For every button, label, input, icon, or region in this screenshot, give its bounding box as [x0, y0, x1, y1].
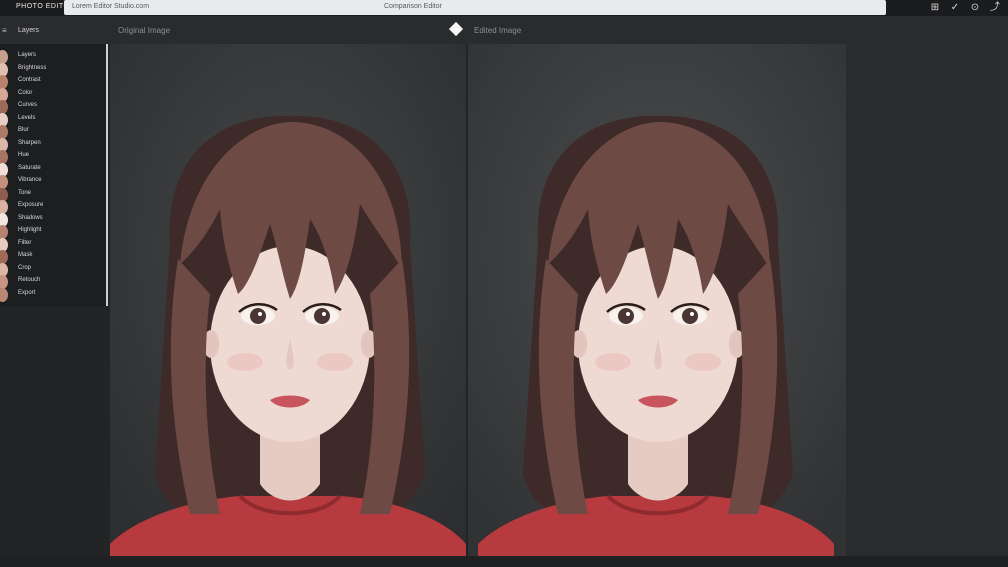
sidebar-item-label: Layers — [18, 52, 37, 58]
eye-highlight — [322, 312, 326, 316]
menu-icon[interactable]: ≡ — [2, 26, 10, 35]
swatch-thumbnail — [0, 287, 8, 302]
top-toolbar: ⊞ ✓ ⊙ ⤴ — [928, 0, 1008, 16]
eye-highlight — [690, 312, 694, 316]
edited-image-panel[interactable] — [468, 44, 846, 556]
iris — [618, 308, 634, 324]
check-icon[interactable]: ✓ — [948, 1, 962, 15]
sidebar: Layers Brightness Contrast Color Curves Level… — [0, 44, 108, 306]
sidebar-item-label: Export — [18, 289, 36, 296]
sidebar-item-label: Saturate — [18, 164, 41, 171]
compare-toggle-icon[interactable] — [448, 21, 464, 37]
right-empty-column — [846, 44, 1008, 556]
iris — [314, 308, 330, 324]
sidebar-item-label: Tone — [18, 189, 32, 196]
sidebar-item-label: Vibrance — [18, 177, 42, 183]
sidebar-item-label: Mask — [18, 252, 33, 258]
sidebar-item[interactable]: Export — [0, 287, 106, 302]
sidebar-item-label: Hue — [18, 152, 30, 158]
address-left-text: Lorem Editor Studio.com — [72, 3, 150, 10]
blush-left — [227, 353, 263, 371]
right-panel-title: Edited Image — [474, 26, 522, 35]
sidebar-item-label: Levels — [18, 114, 36, 121]
sidebar-item-label: Highlight — [18, 227, 42, 233]
edited-portrait — [468, 44, 846, 556]
sidebar-item-label: Brightness — [18, 64, 47, 71]
sidebar-item-label: Color — [18, 89, 33, 96]
sidebar-item-label: Blur — [18, 127, 29, 133]
title-bar: PHOTO EDITOR Lorem Editor Studio.com Com… — [0, 0, 1008, 16]
layers-label: Layers — [18, 27, 40, 34]
share-icon[interactable]: ⤴ — [988, 1, 1002, 15]
eye-highlight — [258, 312, 262, 316]
original-portrait — [110, 44, 466, 556]
panel-header: ≡ Layers Original Image Edited Image — [0, 16, 1008, 44]
sidebar-item-label: Crop — [18, 264, 32, 271]
address-bar[interactable]: Lorem Editor Studio.com Comparison Edito… — [64, 0, 886, 15]
sidebar-item-label: Contrast — [18, 77, 41, 83]
sidebar-item-label: Filter — [18, 239, 32, 246]
left-panel-title: Original Image — [118, 26, 171, 35]
sidebar-item-label: Retouch — [18, 277, 41, 283]
info-icon[interactable]: ⊙ — [968, 1, 982, 15]
sidebar-item-label: Shadows — [18, 214, 43, 221]
address-center-text: Comparison Editor — [384, 3, 442, 10]
sidebar-item-label: Sharpen — [18, 139, 41, 146]
crop-icon[interactable]: ⊞ — [928, 1, 942, 15]
status-bar — [0, 556, 1008, 567]
sidebar-item-label: Curves — [18, 102, 38, 108]
iris — [250, 308, 266, 324]
eye-highlight — [626, 312, 630, 316]
iris — [682, 308, 698, 324]
sidebar-item-label: Exposure — [18, 202, 44, 208]
original-image-panel[interactable] — [110, 44, 466, 556]
blush-right — [685, 353, 721, 371]
blush-right — [317, 353, 353, 371]
blush-left — [595, 353, 631, 371]
